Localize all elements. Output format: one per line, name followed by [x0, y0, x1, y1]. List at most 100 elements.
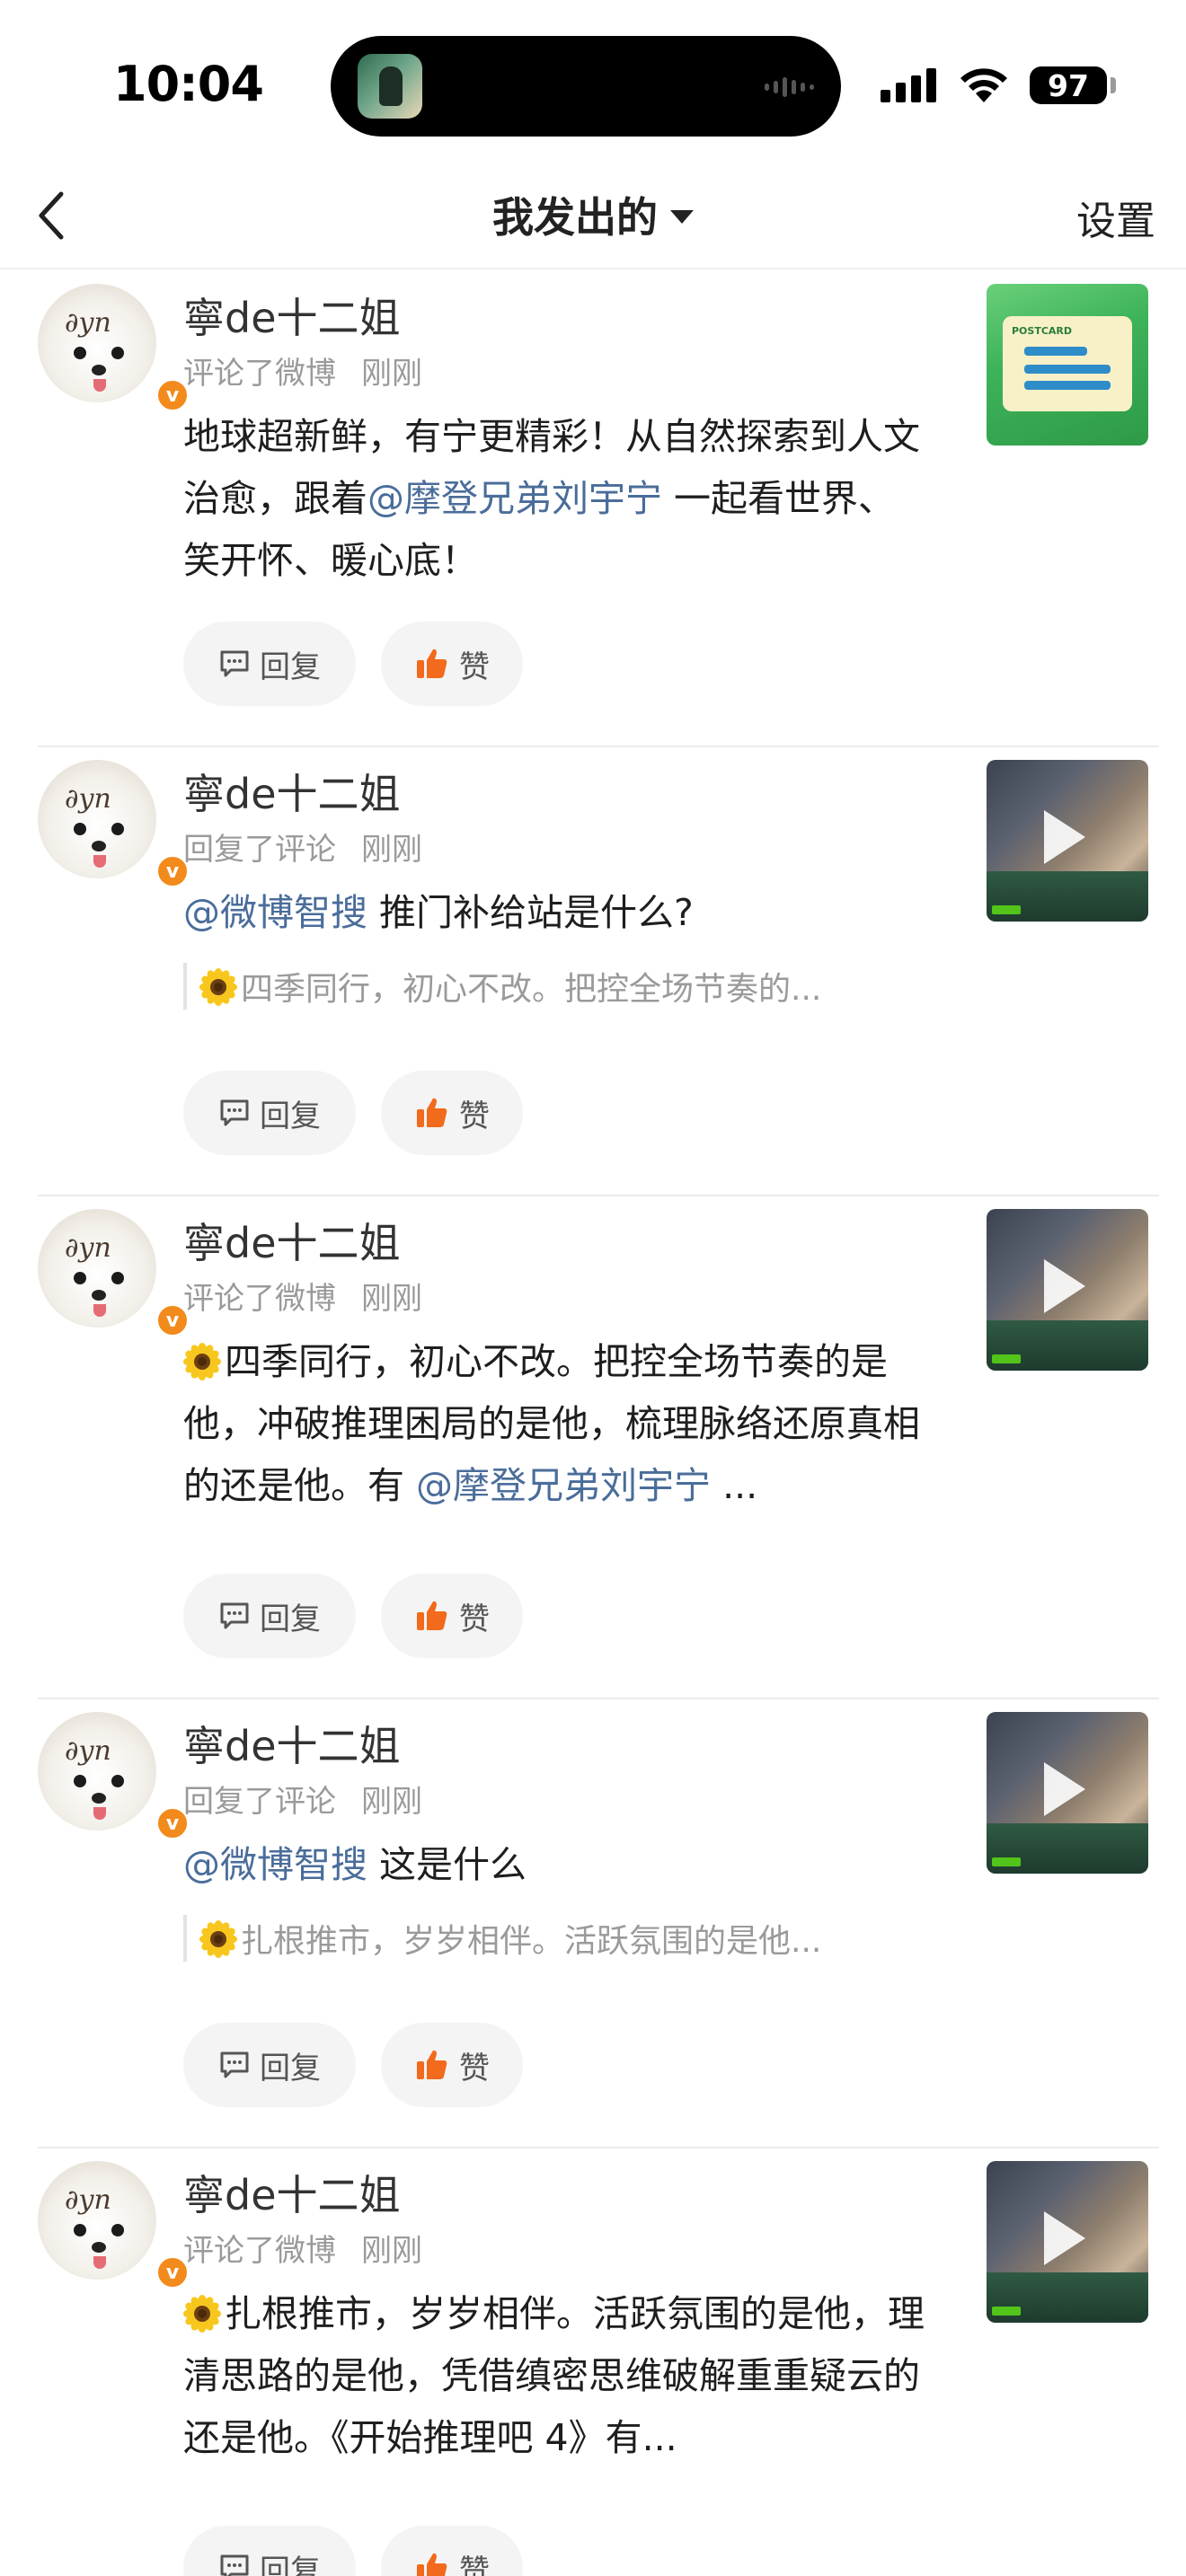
feed-card[interactable]: ∂yn v 寧de十二姐 评论了微博 刚刚 四季同行，初心不改。把控全场节奏的是他，冲破推…	[0, 1196, 1186, 1699]
avatar-eye	[111, 2224, 124, 2236]
reply-button[interactable]: 回复	[183, 1071, 356, 1155]
avatar-tongue	[93, 379, 106, 392]
quoted-comment-text: 扎根推市，岁岁相伴。活跃氛围的是他...	[241, 1923, 822, 1960]
video-thumbnail[interactable]	[987, 1712, 1148, 1874]
comment-text[interactable]: 四季同行，初心不改。把控全场节奏的是他，冲破推理困局的是他，梳理脉络还原真相的还…	[183, 1331, 929, 1517]
avatar-nose	[92, 1290, 106, 1301]
wifi-icon	[960, 68, 1007, 102]
settings-button[interactable]: 设置	[1076, 189, 1155, 246]
feed-card[interactable]: ∂yn v 寧de十二姐 回复了评论 刚刚 @微博智搜 推门补给站是什么? 四季同行，初心不…	[0, 747, 1186, 1196]
like-button[interactable]: 赞	[381, 1574, 523, 1658]
avatar-eye	[74, 1272, 86, 1284]
action-text: 评论了微博	[183, 356, 336, 392]
play-icon	[1044, 1762, 1085, 1816]
avatar[interactable]: ∂yn v	[38, 2161, 190, 2290]
like-label: 赞	[459, 648, 490, 685]
like-label: 赞	[459, 1098, 490, 1134]
sunflower-emoji-icon	[199, 1920, 237, 1958]
comment-text[interactable]: 扎根推市，岁岁相伴。活跃氛围的是他，理清思路的是他，凭借缜密思维破解重重疑云的还…	[183, 2283, 929, 2469]
comment-text[interactable]: @微博智搜 推门补给站是什么?	[183, 882, 929, 944]
like-label: 赞	[459, 2553, 490, 2576]
comment-icon	[220, 1099, 249, 1126]
avatar[interactable]: ∂yn v	[38, 1712, 190, 1841]
timestamp: 刚刚	[361, 1784, 422, 1820]
thumbs-up-icon	[417, 2553, 447, 2576]
comment-icon	[220, 2051, 249, 2078]
reply-button[interactable]: 回复	[183, 1574, 356, 1658]
post-thumbnail[interactable]: POSTCARD	[987, 284, 1148, 446]
avatar-signature: ∂yn	[65, 2184, 111, 2216]
post-meta: 回复了评论 刚刚	[183, 1777, 422, 1821]
page-title-dropdown[interactable]: 我发出的	[0, 185, 1186, 244]
avatar-signature: ∂yn	[65, 1735, 111, 1767]
feed-card[interactable]: ∂yn v 寧de十二姐 回复了评论 刚刚 @微博智搜 这是什么扎根推市，岁岁相伴。活跃氛…	[0, 1699, 1186, 2148]
username[interactable]: 寧de十二姐	[183, 1211, 401, 1270]
avatar-eye	[74, 347, 86, 359]
username[interactable]: 寧de十二姐	[183, 762, 401, 821]
timestamp: 刚刚	[361, 1281, 422, 1317]
thumbnail-tag	[992, 905, 1021, 914]
avatar[interactable]: ∂yn v	[38, 1209, 190, 1338]
avatar-tongue	[93, 1304, 106, 1317]
reply-button[interactable]: 回复	[183, 2023, 356, 2107]
now-playing-artwork	[358, 54, 422, 119]
cellular-signal-icon	[881, 66, 936, 102]
avatar-signature: ∂yn	[65, 1232, 111, 1264]
dynamic-island[interactable]	[331, 36, 841, 137]
reply-button[interactable]: 回复	[183, 622, 356, 706]
thumbs-up-icon	[417, 1098, 447, 1127]
postcard-image: POSTCARD	[1003, 316, 1132, 411]
post-meta: 评论了微博 刚刚	[183, 1274, 422, 1318]
username[interactable]: 寧de十二姐	[183, 2163, 401, 2222]
reply-button[interactable]: 回复	[183, 2526, 356, 2576]
avatar-tongue	[93, 2256, 106, 2269]
feed-card[interactable]: ∂yn v 寧de十二姐 评论了微博 刚刚 扎根推市，岁岁相伴。活跃氛围的是他，理清思路的…	[0, 2148, 1186, 2576]
avatar[interactable]: ∂yn v	[38, 760, 190, 889]
avatar-eye	[74, 1775, 86, 1787]
avatar-tongue	[93, 1807, 106, 1820]
feed-card[interactable]: ∂yn v 寧de十二姐评论了微博 刚刚地球超新鲜，有宁更精彩！从自然探索到人文治愈，…	[0, 271, 1186, 747]
post-meta: 评论了微博 刚刚	[183, 2226, 422, 2270]
mention-link[interactable]: @摩登兄弟刘宇宁	[367, 477, 662, 520]
action-text: 评论了微博	[183, 2233, 336, 2269]
sunflower-emoji-icon	[199, 968, 237, 1006]
video-thumbnail[interactable]	[987, 2161, 1148, 2323]
quoted-comment[interactable]: 扎根推市，岁岁相伴。活跃氛围的是他...	[183, 1915, 929, 1962]
thumbnail-tag	[992, 2307, 1021, 2316]
action-text: 评论了微博	[183, 1281, 336, 1317]
battery-nub	[1111, 77, 1116, 93]
thumbs-up-icon	[417, 648, 447, 678]
mention-link[interactable]: @微博智搜	[183, 891, 367, 934]
caret-down-icon	[670, 210, 694, 224]
avatar-tongue	[93, 855, 106, 868]
comment-icon	[220, 1602, 249, 1629]
video-thumbnail[interactable]	[987, 760, 1148, 922]
avatar-eye	[111, 1775, 124, 1787]
like-button[interactable]: 赞	[381, 2023, 523, 2107]
mention-link[interactable]: @摩登兄弟刘宇宁	[404, 1464, 711, 1507]
comment-text-tail: ...	[711, 1464, 758, 1507]
like-button[interactable]: 赞	[381, 622, 523, 706]
quoted-comment[interactable]: 四季同行，初心不改。把控全场节奏的...	[183, 963, 929, 1010]
comment-text[interactable]: @微博智搜 这是什么	[183, 1834, 929, 1896]
reply-label: 回复	[260, 648, 321, 685]
video-thumbnail[interactable]	[987, 1209, 1148, 1371]
timestamp: 刚刚	[361, 2233, 422, 2269]
action-text: 回复了评论	[183, 832, 336, 868]
mention-link[interactable]: @微博智搜	[183, 1843, 367, 1886]
comment-text[interactable]: 地球超新鲜，有宁更精彩！从自然探索到人文治愈，跟着@摩登兄弟刘宇宁 一起看世界、…	[183, 406, 929, 592]
quoted-comment-text: 四季同行，初心不改。把控全场节奏的...	[241, 971, 822, 1008]
avatar-eye	[74, 2224, 86, 2236]
username[interactable]: 寧de十二姐	[183, 1714, 401, 1773]
like-label: 赞	[459, 1601, 490, 1637]
comment-text-tail: 这是什么	[367, 1843, 527, 1886]
avatar-eye	[74, 823, 86, 835]
page-title: 我发出的	[492, 193, 658, 242]
like-button[interactable]: 赞	[381, 2526, 523, 2576]
avatar[interactable]: ∂yn v	[38, 284, 190, 413]
username[interactable]: 寧de十二姐	[183, 286, 401, 345]
like-button[interactable]: 赞	[381, 1071, 523, 1155]
avatar-nose	[92, 841, 106, 851]
play-icon	[1044, 810, 1085, 864]
timestamp: 刚刚	[361, 356, 422, 392]
